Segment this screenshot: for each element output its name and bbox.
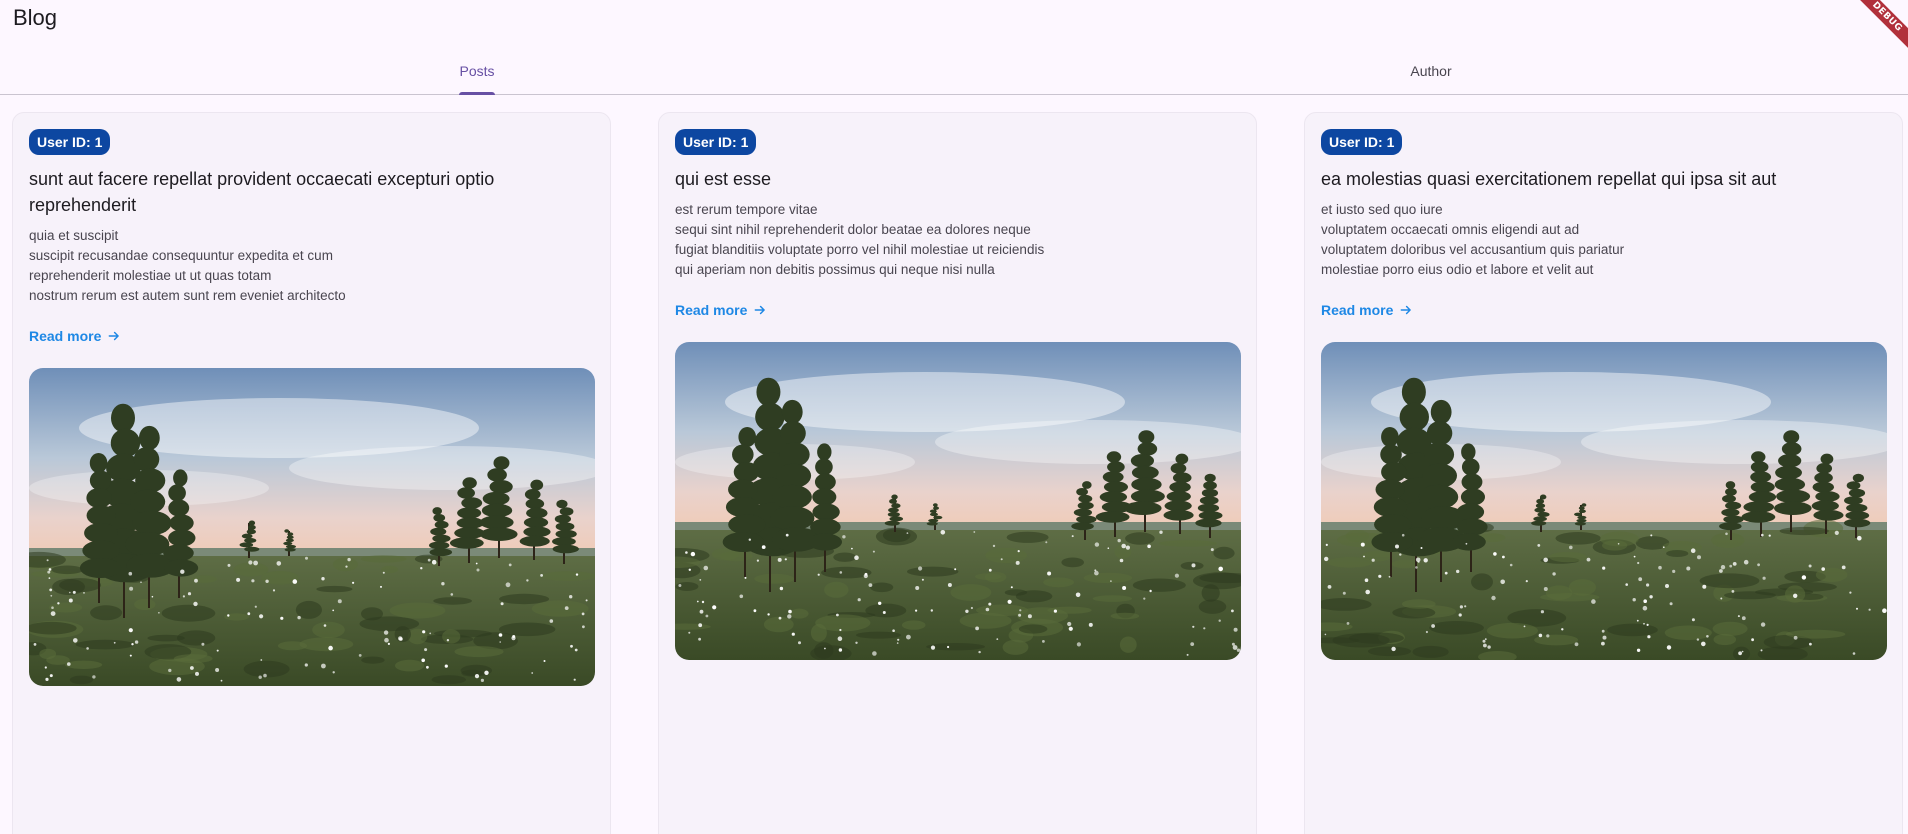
user-id-badge: User ID: 1 [675, 129, 757, 155]
post-title: qui est esse [675, 169, 772, 189]
arrow-right-icon [754, 305, 766, 315]
post-image [29, 368, 595, 686]
tab-posts-label: Posts [459, 63, 495, 79]
user-id-badge: User ID: 1 [1321, 129, 1403, 155]
read-more-label: Read more [675, 302, 748, 318]
post-body: quia et suscipit suscipit recusandae con… [29, 228, 346, 303]
post-list: User ID: 1 sunt aut facere repellat prov… [12, 112, 1903, 834]
user-id-badge: User ID: 1 [29, 129, 111, 155]
tab-author[interactable]: Author [954, 48, 1908, 94]
tab-author-label: Author [1410, 63, 1452, 79]
app-root: Blog DEBUG Posts Author User ID: 1 sunt … [0, 0, 1908, 834]
read-more-link[interactable]: Read more [675, 302, 767, 318]
arrow-right-icon [108, 331, 120, 341]
post-card[interactable]: User ID: 1 sunt aut facere repellat prov… [12, 112, 611, 834]
debug-banner-label: DEBUG [1850, 0, 1908, 54]
post-card[interactable]: User ID: 1 qui est esse est rerum tempor… [658, 112, 1257, 834]
read-more-link[interactable]: Read more [29, 328, 121, 344]
app-title: Blog [13, 5, 58, 30]
post-title: sunt aut facere repellat provident occae… [29, 169, 495, 215]
tab-active-indicator [459, 92, 495, 95]
post-image [675, 342, 1241, 660]
post-card[interactable]: User ID: 1 ea molestias quasi exercitati… [1304, 112, 1903, 834]
post-body: et iusto sed quo iure voluptatem occaeca… [1321, 202, 1625, 277]
post-title: ea molestias quasi exercitationem repell… [1321, 169, 1777, 189]
tab-posts[interactable]: Posts [0, 48, 954, 95]
read-more-label: Read more [29, 328, 102, 344]
post-body: est rerum tempore vitae sequi sint nihil… [675, 202, 1045, 277]
tab-bar: Posts Author [0, 48, 1908, 95]
post-image [1321, 342, 1887, 660]
read-more-label: Read more [1321, 302, 1394, 318]
arrow-right-icon [1400, 305, 1412, 315]
read-more-link[interactable]: Read more [1321, 302, 1413, 318]
